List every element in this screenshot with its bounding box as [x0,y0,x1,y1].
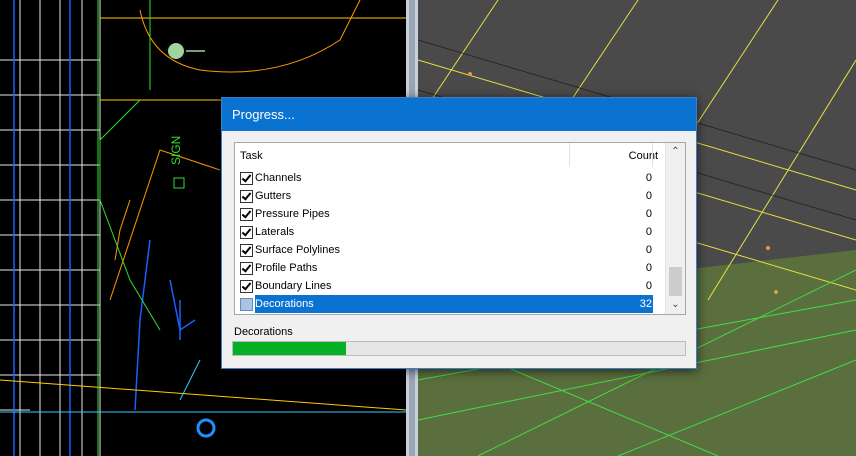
plan-annotation-sign: SIGN [169,136,183,165]
task-row-boundary-lines[interactable]: Boundary Lines 0 [235,277,665,295]
task-row-surface-polylines[interactable]: Surface Polylines 0 [235,241,665,259]
task-count: 0 [645,280,652,292]
task-row-laterals[interactable]: Laterals 0 [235,223,665,241]
task-row-gutters[interactable]: Gutters 0 [235,187,665,205]
task-count: 32 [639,298,652,310]
checkbox[interactable] [240,298,253,311]
task-name: Gutters [255,190,292,202]
task-count: 0 [645,190,652,202]
checkbox[interactable] [240,262,253,275]
task-name: Channels [255,172,302,184]
task-row-decorations[interactable]: Decorations 32 [235,295,665,313]
chevron-up-icon[interactable]: ⌃ [666,143,685,161]
checkbox[interactable] [240,208,253,221]
task-count: 0 [645,262,652,274]
checkbox[interactable] [240,172,253,185]
task-count: 0 [645,208,652,220]
checkbox[interactable] [240,226,253,239]
task-name: Profile Paths [255,262,318,274]
list-header: Task Count [235,143,665,167]
task-rows: Channels 0 Gutters 0 Pressure Pipes 0 La… [235,169,665,313]
task-name: Pressure Pipes [255,208,330,220]
scroll-thumb[interactable] [669,267,682,296]
column-divider [652,143,653,167]
dialog-title: Progress... [222,98,696,131]
checkbox[interactable] [240,190,253,203]
task-row-profile-paths[interactable]: Profile Paths 0 [235,259,665,277]
task-list[interactable]: Task Count Channels 0 Gutters 0 Pressure… [234,142,686,315]
current-task-label: Decorations [234,326,293,338]
task-name: Laterals [255,226,295,238]
task-row-pressure-pipes[interactable]: Pressure Pipes 0 [235,205,665,223]
progress-bar-fill [233,342,346,355]
list-scrollbar[interactable]: ⌃ ⌄ [665,143,685,314]
task-count: 0 [645,226,652,238]
progress-bar [232,341,686,356]
column-header-count[interactable]: Count [570,150,658,162]
checkbox[interactable] [240,244,253,257]
task-count: 0 [645,244,652,256]
task-name: Decorations [255,298,314,310]
task-name: Surface Polylines [255,244,340,256]
chevron-down-icon[interactable]: ⌄ [666,296,685,314]
task-name: Boundary Lines [255,280,332,292]
checkbox[interactable] [240,280,253,293]
task-count: 0 [645,172,652,184]
task-row-channels[interactable]: Channels 0 [235,169,665,187]
progress-dialog: Progress... Task Count Channels 0 Gutter… [221,97,697,369]
column-header-task[interactable]: Task [240,150,263,162]
